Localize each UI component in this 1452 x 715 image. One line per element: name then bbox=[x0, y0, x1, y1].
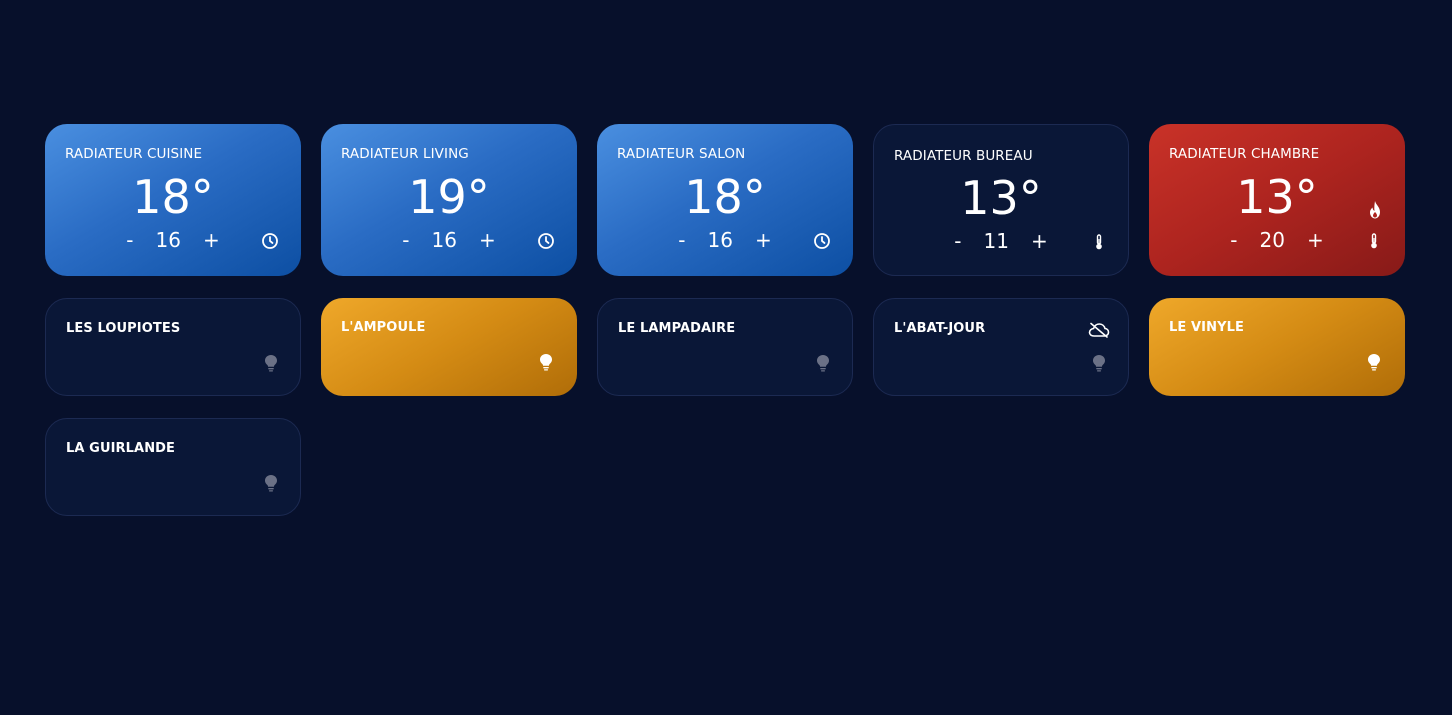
light-title: LES LOUPIOTES bbox=[66, 321, 181, 336]
light-title: L'AMPOULE bbox=[341, 320, 426, 335]
increase-button[interactable]: + bbox=[753, 228, 774, 252]
thermometer-icon[interactable] bbox=[1365, 232, 1383, 250]
light-card-vinyle[interactable]: LE VINYLE bbox=[1149, 298, 1405, 396]
lights-row-1: LES LOUPIOTES L'AMPOULE LE LAMPADAIRE L'… bbox=[45, 298, 1405, 396]
decrease-button[interactable]: - bbox=[124, 228, 135, 252]
current-temperature: 18° bbox=[132, 170, 214, 224]
clock-icon[interactable] bbox=[261, 232, 279, 250]
light-title: LE VINYLE bbox=[1169, 320, 1244, 335]
heater-card-chambre[interactable]: RADIATEUR CHAMBRE 13° - 20 + bbox=[1149, 124, 1405, 276]
increase-button[interactable]: + bbox=[1029, 229, 1050, 253]
heater-card-cuisine[interactable]: RADIATEUR CUISINE 18° - 16 + bbox=[45, 124, 301, 276]
current-temperature: 19° bbox=[408, 170, 490, 224]
heater-title: RADIATEUR LIVING bbox=[341, 146, 469, 162]
setpoint-value: 20 bbox=[1259, 228, 1285, 252]
heaters-row: RADIATEUR CUISINE 18° - 16 + RADIATEUR L… bbox=[45, 124, 1405, 276]
thermometer-icon[interactable] bbox=[1090, 233, 1108, 251]
light-card-ampoule[interactable]: L'AMPOULE bbox=[321, 298, 577, 396]
lightbulb-icon[interactable] bbox=[1091, 354, 1107, 372]
heater-card-bureau[interactable]: RADIATEUR BUREAU 13° - 11 + bbox=[873, 124, 1129, 276]
light-card-lampadaire[interactable]: LE LAMPADAIRE bbox=[597, 298, 853, 396]
lightbulb-icon[interactable] bbox=[1366, 353, 1382, 371]
clock-icon[interactable] bbox=[537, 232, 555, 250]
lightbulb-icon[interactable] bbox=[263, 354, 279, 372]
setpoint-value: 16 bbox=[155, 228, 181, 252]
cloud-off-icon bbox=[1088, 322, 1110, 338]
setpoint-value: 16 bbox=[707, 228, 733, 252]
increase-button[interactable]: + bbox=[477, 228, 498, 252]
lightbulb-icon[interactable] bbox=[538, 353, 554, 371]
lightbulb-icon[interactable] bbox=[815, 354, 831, 372]
heater-title: RADIATEUR BUREAU bbox=[894, 148, 1033, 164]
light-title: LE LAMPADAIRE bbox=[618, 321, 736, 336]
decrease-button[interactable]: - bbox=[952, 229, 963, 253]
setpoint-value: 16 bbox=[431, 228, 457, 252]
decrease-button[interactable]: - bbox=[400, 228, 411, 252]
decrease-button[interactable]: - bbox=[676, 228, 687, 252]
light-title: LA GUIRLANDE bbox=[66, 441, 176, 456]
decrease-button[interactable]: - bbox=[1228, 228, 1239, 252]
current-temperature: 18° bbox=[684, 170, 766, 224]
light-card-guirlande[interactable]: LA GUIRLANDE bbox=[45, 418, 301, 516]
heater-title: RADIATEUR SALON bbox=[617, 146, 746, 162]
flame-icon bbox=[1366, 200, 1384, 220]
heater-title: RADIATEUR CUISINE bbox=[65, 146, 203, 162]
increase-button[interactable]: + bbox=[201, 228, 222, 252]
heater-title: RADIATEUR CHAMBRE bbox=[1169, 146, 1320, 162]
increase-button[interactable]: + bbox=[1305, 228, 1326, 252]
setpoint-value: 11 bbox=[983, 229, 1009, 253]
lights-row-2: LA GUIRLANDE bbox=[45, 418, 1405, 516]
light-title: L'ABAT-JOUR bbox=[894, 321, 986, 336]
light-card-abat-jour[interactable]: L'ABAT-JOUR bbox=[873, 298, 1129, 396]
current-temperature: 13° bbox=[960, 171, 1042, 225]
clock-icon[interactable] bbox=[813, 232, 831, 250]
light-card-loupiotes[interactable]: LES LOUPIOTES bbox=[45, 298, 301, 396]
lightbulb-icon[interactable] bbox=[263, 474, 279, 492]
heater-card-salon[interactable]: RADIATEUR SALON 18° - 16 + bbox=[597, 124, 853, 276]
dashboard-grid: RADIATEUR CUISINE 18° - 16 + RADIATEUR L… bbox=[45, 124, 1405, 538]
heater-card-living[interactable]: RADIATEUR LIVING 19° - 16 + bbox=[321, 124, 577, 276]
